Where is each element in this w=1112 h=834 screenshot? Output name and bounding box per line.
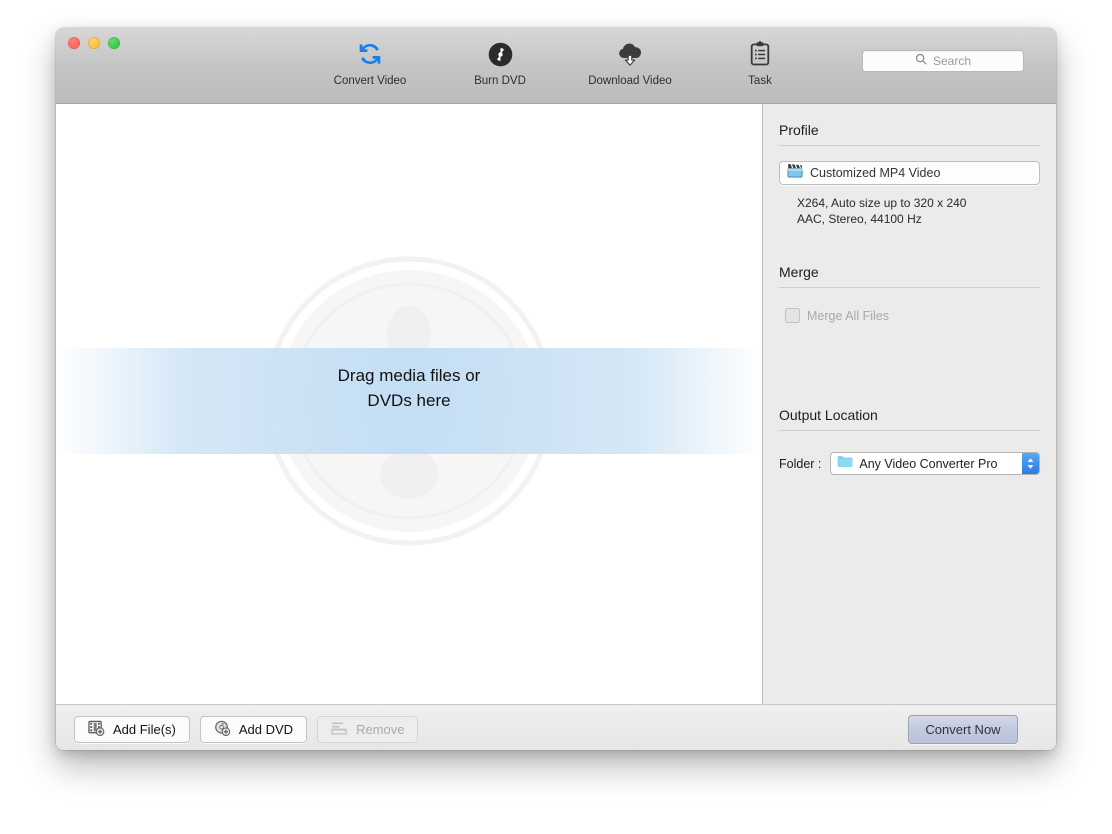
add-dvd-button[interactable]: Add DVD [199,716,308,743]
toolbar-item-label: Burn DVD [474,75,526,87]
toolbar-item-label: Task [748,75,772,87]
drop-zone[interactable]: Drag media files or DVDs here [56,104,763,704]
profile-details: X264, Auto size up to 320 x 240 AAC, Ste… [779,195,1040,227]
chevron-up-down-icon[interactable] [1022,453,1039,474]
search-icon [915,52,927,70]
add-files-label: Add File(s) [113,722,176,737]
toolbar: Convert Video Burn DVD Download Video Ta… [56,28,1056,104]
convert-now-button[interactable]: Convert Now [908,715,1018,744]
divider [779,287,1040,288]
merge-all-files-row[interactable]: Merge All Files [779,308,1040,323]
profile-section: Profile Customized MP4 Video X264, Auto … [779,104,1040,227]
search-placeholder: Search [932,54,972,68]
burn-dvd-icon [487,38,514,70]
app-window: Convert Video Burn DVD Download Video Ta… [56,28,1056,750]
folder-row: Folder : Any Video Converter Pro [779,452,1040,475]
drop-zone-line-1: Drag media files or [337,366,481,385]
merge-section: Merge Merge All Files [779,246,1040,323]
convert-video-icon [355,38,385,70]
drop-zone-line-2: DVDs here [367,391,451,410]
profile-video-detail: X264, Auto size up to 320 x 240 [797,196,967,210]
bottom-bar: Add File(s) Add DVD Remove Convert Now [56,704,1056,750]
add-dvd-label: Add DVD [238,722,294,737]
close-button[interactable] [68,37,80,49]
output-location-title: Output Location [779,407,878,423]
drop-zone-text: Drag media files or DVDs here [56,363,762,413]
toolbar-item-burn-dvd[interactable]: Burn DVD [461,38,539,87]
profile-select-button[interactable]: Customized MP4 Video [779,161,1040,185]
settings-sidebar: Profile Customized MP4 Video X264, Auto … [763,104,1056,704]
toolbar-item-label: Convert Video [333,75,407,87]
body-area: Drag media files or DVDs here Profile Cu… [56,104,1056,704]
maximize-button[interactable] [108,37,120,49]
remove-label: Remove [356,722,405,737]
film-strip-add-icon [88,720,105,739]
download-video-icon [615,38,645,70]
convert-now-label: Convert Now [925,722,1001,737]
toolbar-item-task[interactable]: Task [721,38,799,87]
toolbar-items: Convert Video Burn DVD Download Video Ta… [331,38,799,87]
toolbar-item-download-video[interactable]: Download Video [588,38,672,87]
minimize-button[interactable] [88,37,100,49]
profile-selected-name: Customized MP4 Video [810,166,941,180]
traffic-lights [68,37,120,49]
remove-list-icon [331,721,348,739]
folder-icon [837,455,853,473]
clapperboard-icon [787,163,803,183]
dvd-add-icon [214,720,231,739]
merge-section-title: Merge [779,264,819,280]
toolbar-item-label: Download Video [588,75,672,87]
add-files-button[interactable]: Add File(s) [74,716,190,743]
divider [779,145,1040,146]
divider [779,430,1040,431]
bottom-left-buttons: Add File(s) Add DVD Remove [74,716,419,743]
search-input[interactable]: Search [862,50,1024,72]
folder-selected-name: Any Video Converter Pro [859,456,998,471]
output-location-section: Output Location Folder : Any Video Conve… [779,389,1040,475]
merge-all-files-label: Merge All Files [807,308,889,323]
folder-label: Folder : [779,456,822,471]
remove-button[interactable]: Remove [317,716,419,743]
merge-all-files-checkbox[interactable] [785,308,800,323]
toolbar-item-convert-video[interactable]: Convert Video [331,38,409,87]
profile-audio-detail: AAC, Stereo, 44100 Hz [797,212,922,226]
folder-select[interactable]: Any Video Converter Pro [830,452,1040,475]
task-icon [747,38,773,70]
profile-section-title: Profile [779,122,819,138]
